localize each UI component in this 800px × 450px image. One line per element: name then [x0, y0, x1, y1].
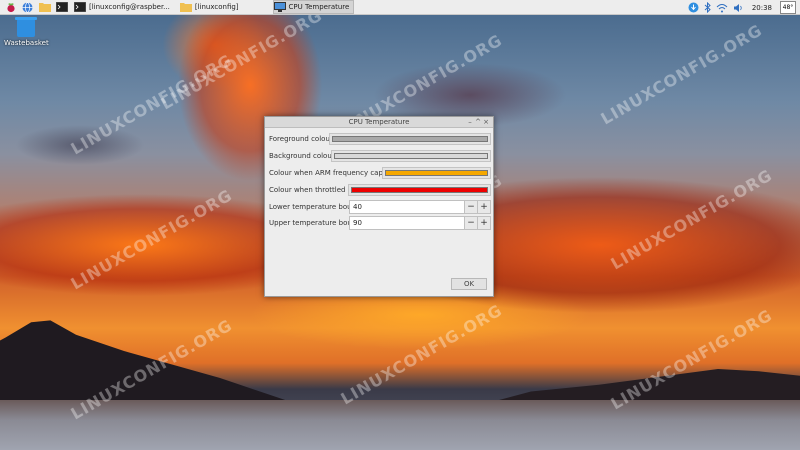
- file-manager-icon[interactable]: [38, 2, 51, 13]
- watermark: LINUXCONFIG.ORG: [597, 20, 766, 129]
- watermark: LINUXCONFIG.ORG: [67, 50, 236, 159]
- upper-bound-spinner: 90 − +: [349, 216, 491, 230]
- minimize-button[interactable]: –: [466, 117, 474, 127]
- foreground-colour-label: Foreground colour: [269, 135, 333, 143]
- upper-bound-decrement-button[interactable]: −: [465, 216, 478, 230]
- volume-icon[interactable]: [733, 3, 744, 13]
- upper-bound-input[interactable]: 90: [349, 216, 465, 230]
- taskbar-task-cpu-temperature[interactable]: CPU Temperature: [272, 0, 355, 14]
- lake: [0, 400, 800, 450]
- colour-swatch: [351, 187, 488, 193]
- arm-capped-colour-button[interactable]: [382, 167, 491, 179]
- folder-icon: [179, 3, 192, 12]
- maximize-button[interactable]: ^: [474, 117, 482, 127]
- upper-bound-increment-button[interactable]: +: [478, 216, 491, 230]
- arm-capped-colour-label: Colour when ARM frequency capped: [269, 169, 397, 177]
- cpu-temperature-dialog: CPU Temperature – ^ × Foreground colour …: [264, 116, 494, 297]
- clock[interactable]: 20:38: [752, 4, 772, 12]
- lower-bound-spinner: 40 − +: [349, 200, 491, 214]
- wifi-icon[interactable]: [716, 3, 728, 13]
- monitor-icon: [273, 2, 286, 12]
- update-icon[interactable]: [688, 2, 699, 13]
- foreground-colour-row: Foreground colour: [269, 132, 491, 146]
- close-button[interactable]: ×: [482, 117, 490, 127]
- upper-bound-row: Upper temperature bound 90 − +: [269, 216, 491, 230]
- lower-bound-increment-button[interactable]: +: [478, 200, 491, 214]
- lower-bound-row: Lower temperature bound 40 − +: [269, 200, 491, 214]
- taskbar-task-terminal[interactable]: [linuxconfig@raspber...: [74, 1, 174, 13]
- wastebasket-desktop-icon[interactable]: Wastebasket: [4, 17, 49, 47]
- cpu-temperature-indicator[interactable]: 48°: [780, 1, 796, 14]
- lower-bound-label: Lower temperature bound: [269, 203, 361, 211]
- colour-swatch: [385, 170, 488, 176]
- upper-bound-label: Upper temperature bound: [269, 219, 361, 227]
- task-label: [linuxconfig@raspber...: [89, 3, 170, 11]
- foreground-colour-button[interactable]: [329, 133, 491, 145]
- trash-icon: [15, 17, 37, 37]
- background-colour-row: Background colour: [269, 149, 491, 163]
- background-colour-button[interactable]: [331, 150, 491, 162]
- ok-button[interactable]: OK: [451, 278, 487, 290]
- lower-bound-decrement-button[interactable]: −: [465, 200, 478, 214]
- system-tray: 20:38 48°: [683, 0, 800, 15]
- throttled-colour-label: Colour when throttled: [269, 186, 346, 194]
- terminal-launcher-icon[interactable]: [55, 2, 68, 13]
- web-browser-icon[interactable]: [21, 1, 34, 13]
- background-colour-label: Background colour: [269, 152, 335, 160]
- task-label: [linuxconfig]: [194, 3, 239, 11]
- taskbar: [linuxconfig@raspber... [linuxconfig] CP…: [0, 0, 800, 15]
- task-label: CPU Temperature: [288, 3, 350, 11]
- watermark: LINUXCONFIG.ORG: [67, 185, 236, 294]
- throttled-colour-button[interactable]: [348, 184, 491, 196]
- dialog-titlebar[interactable]: CPU Temperature – ^ ×: [265, 117, 493, 128]
- dialog-title: CPU Temperature: [348, 118, 410, 126]
- lower-bound-input[interactable]: 40: [349, 200, 465, 214]
- taskbar-task-folder[interactable]: [linuxconfig]: [179, 1, 243, 13]
- wastebasket-label: Wastebasket: [4, 39, 49, 47]
- colour-swatch: [334, 153, 488, 159]
- colour-swatch: [332, 136, 488, 142]
- watermark: LINUXCONFIG.ORG: [337, 300, 506, 409]
- raspberry-menu-icon[interactable]: [4, 2, 17, 13]
- arm-capped-colour-row: Colour when ARM frequency capped: [269, 166, 491, 180]
- watermark: LINUXCONFIG.ORG: [607, 165, 776, 274]
- terminal-icon: [74, 2, 86, 12]
- bluetooth-icon[interactable]: [704, 2, 711, 13]
- throttled-colour-row: Colour when throttled: [269, 183, 491, 197]
- watermark: LINUXCONFIG.ORG: [157, 15, 326, 114]
